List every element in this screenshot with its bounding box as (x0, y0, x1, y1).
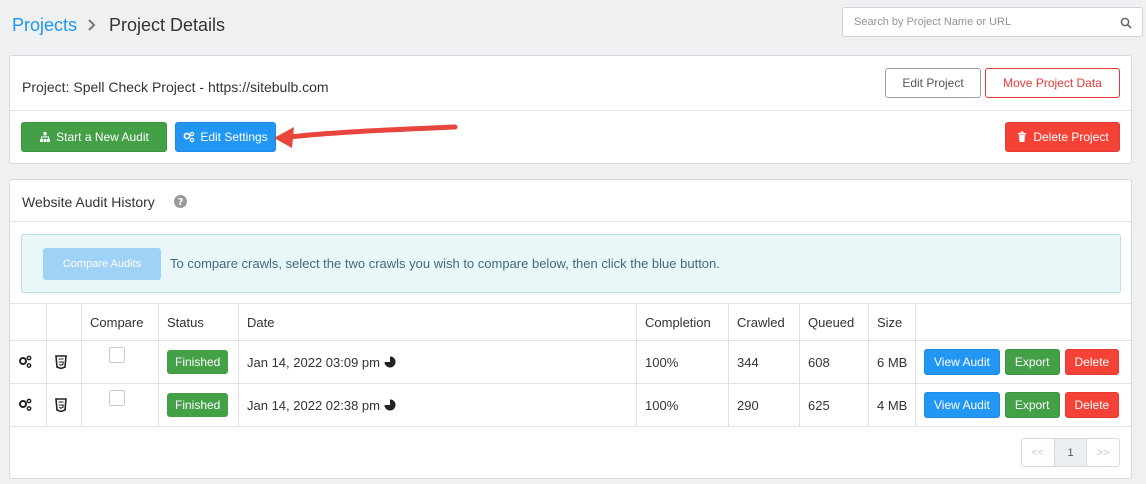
pagination-next[interactable]: >> (1087, 439, 1119, 466)
delete-project-button[interactable]: Delete Project (1005, 122, 1120, 152)
project-title: Project: Spell Check Project - https://s… (22, 79, 329, 95)
export-button[interactable]: Export (1004, 392, 1060, 418)
breadcrumb-current: Project Details (109, 15, 226, 35)
edit-settings-label: Edit Settings (200, 130, 268, 144)
move-project-label: Move Project Data (1003, 76, 1102, 90)
column-header-size[interactable]: Size (868, 304, 915, 340)
compare-info-text: To compare crawls, select the two crawls… (170, 256, 720, 271)
crawled-value: 290 (728, 384, 799, 426)
start-audit-label: Start a New Audit (56, 130, 149, 144)
completion-value: 100% (636, 341, 728, 383)
top-bar: Projects Project Details Search by Proje… (0, 0, 1146, 52)
move-project-data-button[interactable]: Move Project Data (985, 68, 1120, 98)
column-header-compare[interactable]: Compare (81, 304, 158, 340)
delete-project-label: Delete Project (1033, 130, 1109, 144)
column-header-status[interactable]: Status (158, 304, 238, 340)
cogs-icon (183, 131, 195, 143)
column-header-completion[interactable]: Completion (636, 304, 728, 340)
table-row: Finished Jan 14, 2022 03:09 pm 100% 344 … (10, 340, 1131, 383)
divider (10, 110, 1131, 111)
compare-info-box: Compare Audits To compare crawls, select… (21, 234, 1121, 293)
chevron-right-icon (88, 19, 96, 31)
edit-project-label: Edit Project (902, 76, 964, 90)
project-panel: Project: Spell Check Project - https://s… (9, 55, 1132, 164)
size-value: 6 MB (868, 341, 915, 383)
history-title: Website Audit History (22, 194, 155, 210)
compare-checkbox[interactable] (109, 390, 125, 406)
completion-value: 100% (636, 384, 728, 426)
column-header-queued[interactable]: Queued (799, 304, 868, 340)
help-icon[interactable]: ? (174, 195, 187, 208)
audit-date: Jan 14, 2022 03:09 pm (247, 354, 380, 370)
html5-icon[interactable] (55, 398, 67, 412)
divider (10, 221, 1131, 222)
pagination: << 1 >> (1021, 438, 1120, 467)
edit-settings-button[interactable]: Edit Settings (175, 122, 276, 152)
pagination-prev[interactable]: << (1022, 439, 1055, 466)
view-audit-button[interactable]: View Audit (924, 392, 1000, 418)
delete-button[interactable]: Delete (1064, 392, 1120, 418)
status-badge: Finished (167, 393, 229, 417)
breadcrumb-projects-link[interactable]: Projects (12, 15, 77, 36)
view-audit-button[interactable]: View Audit (924, 349, 1000, 375)
cogs-icon[interactable] (18, 355, 32, 369)
queued-value: 608 (799, 341, 868, 383)
crawled-value: 344 (728, 341, 799, 383)
html5-icon[interactable] (55, 355, 67, 369)
status-badge: Finished (167, 350, 229, 374)
compare-audits-label: Compare Audits (62, 258, 142, 270)
pagination-page[interactable]: 1 (1054, 439, 1088, 466)
queued-value: 625 (799, 384, 868, 426)
start-new-audit-button[interactable]: Start a New Audit (21, 122, 167, 152)
size-value: 4 MB (868, 384, 915, 426)
compare-audits-button[interactable]: Compare Audits (43, 248, 161, 280)
search-placeholder: Search by Project Name or URL (854, 16, 1012, 28)
column-header-date[interactable]: Date (238, 304, 636, 340)
audit-history-panel: Website Audit History ? Compare Audits T… (9, 179, 1132, 479)
table-header-row: Compare Status Date Completion Crawled Q… (10, 303, 1131, 340)
svg-text:?: ? (178, 197, 184, 208)
pie-chart-icon[interactable] (384, 356, 396, 368)
column-header-crawled[interactable]: Crawled (728, 304, 799, 340)
delete-button[interactable]: Delete (1064, 349, 1120, 375)
audit-date: Jan 14, 2022 02:38 pm (247, 397, 380, 413)
search-icon[interactable] (1120, 17, 1132, 29)
table-row: Finished Jan 14, 2022 02:38 pm 100% 290 … (10, 383, 1131, 427)
compare-checkbox[interactable] (109, 347, 125, 363)
pie-chart-icon[interactable] (384, 399, 396, 411)
sitemap-icon (40, 132, 51, 142)
export-button[interactable]: Export (1004, 349, 1060, 375)
trash-icon (1018, 131, 1027, 142)
edit-project-button[interactable]: Edit Project (885, 68, 981, 98)
cogs-icon[interactable] (18, 398, 32, 412)
search-input[interactable]: Search by Project Name or URL (842, 7, 1143, 37)
